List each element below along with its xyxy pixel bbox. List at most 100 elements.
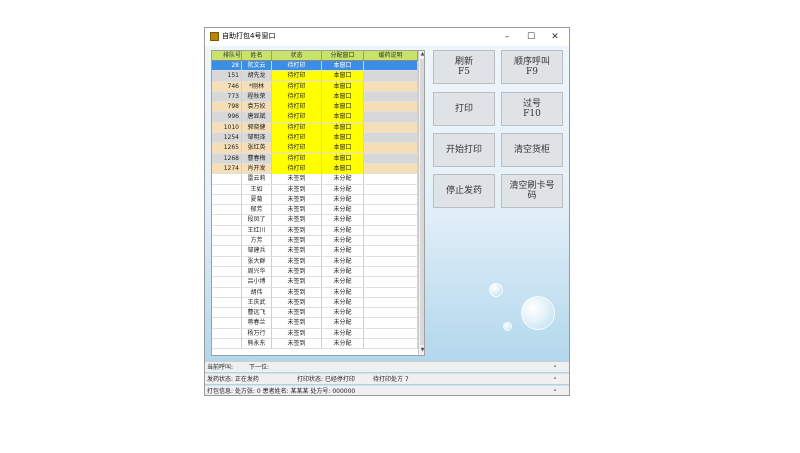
table-row[interactable]: 996 唐显斌 待打印 本窗口	[212, 112, 418, 123]
header-status[interactable]: 状态	[272, 51, 322, 60]
table-row[interactable]: 151 胡先龙 待打印 本窗口	[212, 71, 418, 82]
cell-window: 本窗口	[322, 112, 364, 123]
table-row[interactable]: 邹建兵 未签到 未分配	[212, 246, 418, 257]
header-note[interactable]: 缓药说明	[364, 51, 418, 60]
print-button[interactable]: 打印	[433, 92, 495, 126]
table-row[interactable]: 张大群 未签到 未分配	[212, 256, 418, 267]
patient-grid[interactable]: 排队号 姓名 状态 分配窗口 缓药说明 28 阮文云 待打印 本窗口 151 胡先龙 待打印…	[211, 50, 425, 356]
cell-queue	[212, 297, 242, 308]
table-row[interactable]: 吕小博 未签到 未分配	[212, 277, 418, 288]
cell-status: 未签到	[272, 246, 322, 257]
grid-scrollbar[interactable]: ▲ ▼	[418, 51, 424, 355]
cell-queue: 798	[212, 102, 242, 113]
grid-header: 排队号 姓名 状态 分配窗口 缓药说明	[212, 51, 418, 61]
bubble-decoration	[489, 283, 503, 297]
table-row[interactable]: 周兴华 未签到 未分配	[212, 266, 418, 278]
stop-dispense-button[interactable]: 停止发药	[433, 174, 495, 208]
cell-note	[364, 122, 418, 133]
cell-status: 未签到	[272, 225, 322, 236]
next-label: 下一位:	[249, 364, 270, 371]
close-button[interactable]: ✕	[543, 28, 567, 46]
cell-queue	[212, 287, 242, 298]
cell-queue: 1010	[212, 122, 242, 133]
table-row[interactable]: 杨万行 未签到 未分配	[212, 328, 418, 340]
scroll-up-icon[interactable]: ▲	[419, 51, 424, 58]
table-row[interactable]: 熊永东 未签到 未分配	[212, 339, 418, 350]
cell-name: 邹明泽	[242, 133, 272, 144]
cell-window: 未分配	[322, 308, 364, 319]
table-row[interactable]: 1254 邹明泽 待打印 本窗口	[212, 133, 418, 144]
cell-name: 程秋荣	[242, 91, 272, 102]
cell-name: 张大群	[242, 256, 272, 267]
start-print-button[interactable]: 开始打印	[433, 133, 495, 167]
table-row[interactable]: 胡伟 未签到 未分配	[212, 287, 418, 298]
cell-status: 未签到	[272, 328, 322, 339]
scroll-thumb[interactable]	[420, 59, 424, 345]
cell-status: 未签到	[272, 339, 322, 350]
cell-status: 未签到	[272, 174, 322, 185]
cell-window: 未分配	[322, 266, 364, 277]
cell-window: 本窗口	[322, 133, 364, 144]
cell-window: 本窗口	[322, 122, 364, 133]
cell-name: 胡先龙	[242, 71, 272, 82]
cell-window: 未分配	[322, 174, 364, 185]
cell-window: 本窗口	[322, 163, 364, 174]
table-row[interactable]: 蒋春兰 未签到 未分配	[212, 318, 418, 329]
cell-note	[364, 91, 418, 102]
cell-note	[364, 71, 418, 82]
cell-note	[364, 184, 418, 195]
cell-status: 待打印	[272, 102, 322, 113]
cell-note	[364, 277, 418, 288]
current-call-label: 当前呼叫:	[207, 364, 234, 371]
table-row[interactable]: 郁芳 未签到 未分配	[212, 205, 418, 216]
cell-status: 待打印	[272, 61, 322, 71]
skip-button[interactable]: 过号 F10	[501, 92, 563, 126]
table-row[interactable]: 雷云莉 未签到 未分配	[212, 174, 418, 185]
table-row[interactable]: 1010 郭晓健 待打印 本窗口	[212, 122, 418, 134]
cell-window: 未分配	[322, 246, 364, 257]
header-queue[interactable]: 排队号	[212, 51, 242, 60]
cell-window: 未分配	[322, 194, 364, 205]
table-row[interactable]: 798 袁万姣 待打印 本窗口	[212, 102, 418, 113]
pane-scroll-icon[interactable]: ▴	[551, 374, 559, 383]
refresh-button[interactable]: 刷新 F5	[433, 50, 495, 84]
table-row[interactable]: 1265 张红英 待打印 本窗口	[212, 143, 418, 154]
cell-window: 未分配	[322, 236, 364, 247]
header-name[interactable]: 姓名	[242, 51, 272, 60]
table-row[interactable]: 28 阮文云 待打印 本窗口	[212, 61, 418, 72]
cell-status: 待打印	[272, 71, 322, 82]
cell-status: 待打印	[272, 153, 322, 164]
cell-note	[364, 205, 418, 216]
table-row[interactable]: 王庆武 未签到 未分配	[212, 297, 418, 309]
cell-status: 未签到	[272, 297, 322, 308]
app-icon	[210, 32, 219, 41]
cell-status: 待打印	[272, 122, 322, 133]
maximize-button[interactable]: ☐	[519, 28, 543, 46]
table-row[interactable]: 王如 未签到 未分配	[212, 184, 418, 195]
table-row[interactable]: 段凤了 未签到 未分配	[212, 215, 418, 226]
cell-note	[364, 194, 418, 205]
clear-cabinet-button[interactable]: 清空货柜	[501, 133, 563, 167]
sequential-call-button[interactable]: 顺序呼叫 F9	[501, 50, 563, 84]
cell-queue	[212, 256, 242, 267]
cell-queue	[212, 236, 242, 247]
minimize-button[interactable]: –	[495, 28, 519, 46]
clear-card-button[interactable]: 清空刷卡号 码	[501, 174, 563, 208]
pane-scroll-icon[interactable]: ▴	[551, 362, 559, 371]
table-row[interactable]: 1268 曹春梅 待打印 本窗口	[212, 153, 418, 164]
table-row[interactable]: 方芳 未签到 未分配	[212, 236, 418, 247]
client-area: 排队号 姓名 状态 分配窗口 缓药说明 28 阮文云 待打印 本窗口 151 胡先龙 待打印…	[205, 46, 569, 395]
cell-note	[364, 318, 418, 329]
table-row[interactable]: 1274 肖开发 待打印 本窗口	[212, 163, 418, 175]
cell-status: 未签到	[272, 318, 322, 329]
header-window[interactable]: 分配窗口	[322, 51, 364, 60]
table-row[interactable]: 773 程秋荣 待打印 本窗口	[212, 91, 418, 103]
scroll-down-icon[interactable]: ▼	[419, 347, 424, 354]
table-row[interactable]: 曹远飞 未签到 未分配	[212, 308, 418, 319]
table-row[interactable]: 夏菊 未签到 未分配	[212, 194, 418, 206]
pane-scroll-icon[interactable]: ▴	[551, 386, 559, 395]
cell-window: 本窗口	[322, 91, 364, 102]
title-bar[interactable]: 自助打包4号窗口 – ☐ ✕	[205, 28, 569, 46]
table-row[interactable]: 746 *刚林 待打印 本窗口	[212, 81, 418, 92]
table-row[interactable]: 王红川 未签到 未分配	[212, 225, 418, 237]
